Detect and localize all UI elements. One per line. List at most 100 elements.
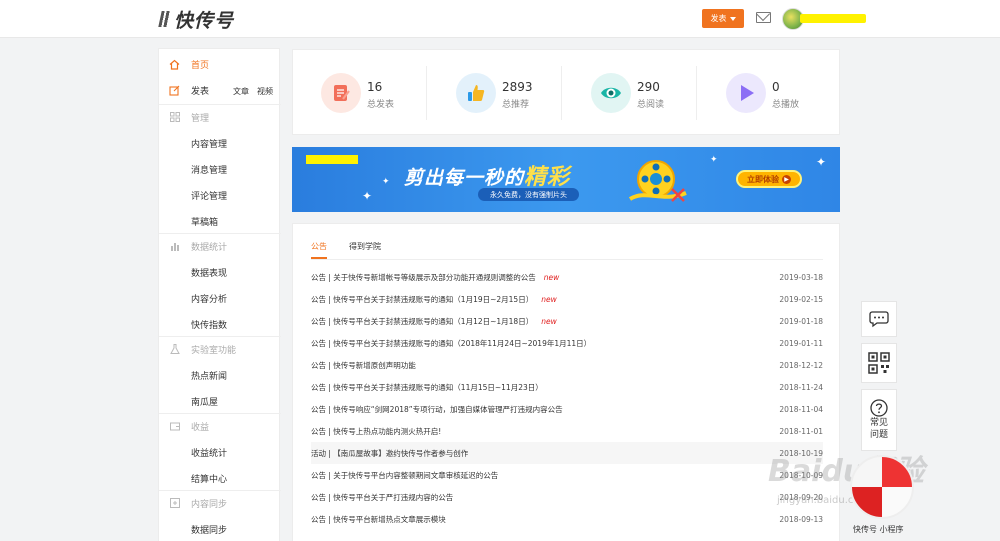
list-item[interactable]: 公告 | 快传号上热点功能内测火热开启! 2018-11-01 bbox=[311, 420, 823, 442]
sidebar-item-label: 内容分析 bbox=[191, 294, 228, 305]
sidebar-section-label: 收益 bbox=[191, 422, 210, 433]
sidebar: 首页 发表 文章 视频 管理 内容管理 消息管理 评论管理 草稿箱 数据统计 数… bbox=[158, 48, 281, 541]
try-now-button[interactable]: 立即体验 ▶ bbox=[736, 170, 802, 188]
banner-subtitle: 永久免费，没有强制片头 bbox=[478, 188, 579, 201]
play-icon bbox=[726, 73, 766, 113]
announcement-date: 2019-01-18 bbox=[779, 316, 823, 326]
sidebar-item-label: 数据表现 bbox=[191, 268, 228, 279]
new-badge: new bbox=[541, 316, 557, 326]
announcement-date: 2018-11-01 bbox=[779, 426, 823, 436]
sidebar-item-label: 快传指数 bbox=[191, 320, 228, 331]
sidebar-item-label: 热点新闻 bbox=[191, 371, 228, 382]
try-now-label: 立即体验 bbox=[747, 174, 779, 184]
list-item[interactable]: 活动 | 【南瓜屋故事】邀约快传号作者参与创作 2018-10-19 bbox=[311, 442, 823, 464]
sidebar-section-label: 数据统计 bbox=[191, 242, 228, 253]
sidebar-section-label: 实验室功能 bbox=[191, 345, 237, 356]
wallet-icon bbox=[169, 421, 180, 432]
stat-label: 总发表 bbox=[367, 100, 395, 110]
sync-icon bbox=[169, 498, 180, 509]
sidebar-item-content-manage[interactable]: 内容管理 bbox=[159, 130, 281, 156]
sidebar-item-home[interactable]: 首页 bbox=[159, 51, 281, 77]
announcement-title: 公告 | 快传号平台关于封禁违规账号的通知（2018年11月24日~2019年1… bbox=[311, 338, 592, 348]
list-item[interactable]: 公告 | 快传号新增原创声明功能 2018-12-12 bbox=[311, 354, 823, 376]
sidebar-item-drafts[interactable]: 草稿箱 bbox=[159, 208, 281, 234]
tab-academy[interactable]: 得到学院 bbox=[349, 241, 381, 252]
tab-divider bbox=[311, 259, 823, 260]
mini-program-qrcode[interactable] bbox=[850, 455, 914, 519]
list-item[interactable]: 公告 | 关于快传号新增帐号等级展示及部分功能开通规则调整的公告 new 2019-… bbox=[311, 266, 823, 288]
sidebar-item-settlement[interactable]: 结算中心 bbox=[159, 465, 281, 491]
list-item[interactable]: 公告 | 快传号平台关于封禁违规账号的通知（1月19日~2月15日） new 201… bbox=[311, 288, 823, 310]
home-icon bbox=[169, 59, 180, 70]
sidebar-item-label: 发表 bbox=[191, 86, 210, 97]
publish-dropdown-button[interactable]: 发表 bbox=[702, 9, 744, 28]
list-item[interactable]: 公告 | 快传号平台关于严打违规内容的公告 2018-09-20 bbox=[311, 486, 823, 508]
logo[interactable]: 快传号 bbox=[158, 7, 235, 32]
sidebar-section-income: 收益 bbox=[159, 413, 281, 439]
divider bbox=[696, 66, 697, 120]
announcement-title: 公告 | 快传号新增原创声明功能 bbox=[311, 360, 416, 370]
bar-chart-icon bbox=[169, 241, 180, 252]
stat-value: 16 bbox=[367, 80, 383, 94]
list-item[interactable]: 公告 | 快传号平台关于封禁违规账号的通知（1月12日~1月18日） new 201… bbox=[311, 310, 823, 332]
sidebar-item-pumpkin-house[interactable]: 南瓜屋 bbox=[159, 388, 281, 414]
chat-button[interactable] bbox=[861, 301, 897, 337]
arrow-right-icon: ▶ bbox=[782, 174, 791, 184]
list-item[interactable]: 公告 | 关于快传号平台内容整顿期间文章审核延迟的公告 2018-10-09 bbox=[311, 464, 823, 486]
sidebar-section-label: 内容同步 bbox=[191, 499, 228, 510]
announcement-panel: 公告 得到学院 公告 | 关于快传号新增帐号等级展示及部分功能开通规则调整的公告… bbox=[292, 223, 840, 541]
sidebar-item-label: 收益统计 bbox=[191, 448, 228, 459]
stat-label: 总阅读 bbox=[637, 100, 665, 110]
thumbs-up-icon bbox=[456, 73, 496, 113]
list-item[interactable]: 公告 | 快传号平台新增热点文章展示模块 2018-09-13 bbox=[311, 508, 823, 530]
redacted-mark bbox=[306, 155, 358, 164]
sparkle-icon: ✦ bbox=[362, 189, 373, 203]
new-badge: new bbox=[543, 272, 560, 282]
faq-button[interactable]: 常见 问题 bbox=[861, 389, 897, 451]
sidebar-item-income-stats[interactable]: 收益统计 bbox=[159, 439, 281, 465]
sidebar-item-message-manage[interactable]: 消息管理 bbox=[159, 156, 281, 182]
stat-value: 2893 bbox=[502, 80, 533, 94]
sidebar-item-data-sync[interactable]: 数据同步 bbox=[159, 516, 281, 541]
sidebar-item-kc-index[interactable]: 快传指数 bbox=[159, 311, 281, 337]
sidebar-item-content-analysis[interactable]: 内容分析 bbox=[159, 285, 281, 311]
publish-article-link[interactable]: 文章 bbox=[233, 86, 249, 97]
list-item[interactable]: 公告 | 快传号平台关于封禁违规账号的通知（2018年11月24日~2019年1… bbox=[311, 332, 823, 354]
list-item[interactable]: 公告 | 快传号响应“剑网2018”专项行动，加强自媒体管理严打违规内容公告 20… bbox=[311, 398, 823, 420]
sidebar-item-data-show[interactable]: 数据表现 bbox=[159, 259, 281, 285]
qrcode-button[interactable] bbox=[861, 343, 897, 383]
promo-banner[interactable]: ✦ ✦ ✦ ✦ 剪出每一秒的精彩 永久免费，没有强制片头 立即体验 ▶ bbox=[292, 147, 840, 212]
announcement-date: 2018-11-04 bbox=[779, 404, 823, 414]
list-item[interactable]: 公告 | 快传号平台关于封禁违规账号的通知（11月15日~11月23日） 2018… bbox=[311, 376, 823, 398]
tab-announcements[interactable]: 公告 bbox=[311, 241, 327, 252]
flask-icon bbox=[169, 344, 180, 355]
film-reel-icon bbox=[628, 160, 687, 202]
mail-icon[interactable] bbox=[756, 12, 771, 23]
sidebar-item-label: 评论管理 bbox=[191, 191, 228, 202]
eye-icon bbox=[591, 73, 631, 113]
mini-program-label: 快传号 小程序 bbox=[853, 525, 904, 534]
sidebar-item-comment-manage[interactable]: 评论管理 bbox=[159, 182, 281, 208]
faq-label-1: 常见 bbox=[869, 418, 888, 428]
banner-title-highlight: 精彩 bbox=[524, 165, 571, 190]
stat-value: 0 bbox=[772, 80, 780, 94]
announcement-title: 公告 | 快传号平台关于封禁违规账号的通知（1月19日~2月15日） bbox=[311, 294, 534, 304]
stat-total-plays: 0 总播放 bbox=[698, 50, 832, 136]
announcement-title: 公告 | 关于快传号平台内容整顿期间文章审核延迟的公告 bbox=[311, 470, 499, 480]
qrcode-icon bbox=[868, 352, 890, 374]
announcement-date: 2019-02-15 bbox=[779, 294, 823, 304]
sidebar-item-hot-news[interactable]: 热点新闻 bbox=[159, 362, 281, 388]
announcement-date: 2019-01-11 bbox=[779, 338, 823, 348]
announcement-title: 公告 | 快传号上热点功能内测火热开启! bbox=[311, 426, 442, 436]
publish-button-label: 发表 bbox=[710, 14, 727, 23]
help-circle-icon bbox=[870, 399, 888, 417]
publish-video-link[interactable]: 视频 bbox=[257, 86, 273, 97]
logo-text: 快传号 bbox=[174, 9, 235, 32]
stats-panel: 16 总发表 2893 总推荐 290 总阅读 0 总播放 bbox=[292, 49, 840, 135]
sidebar-section-label: 管理 bbox=[191, 113, 210, 124]
announcement-title: 公告 | 快传号平台关于封禁违规账号的通知（11月15日~11月23日） bbox=[311, 382, 543, 392]
chat-bubble-icon bbox=[869, 311, 889, 328]
sparkle-icon: ✦ bbox=[710, 155, 718, 165]
username-redacted[interactable] bbox=[800, 14, 866, 23]
sidebar-item-label: 内容管理 bbox=[191, 139, 228, 150]
